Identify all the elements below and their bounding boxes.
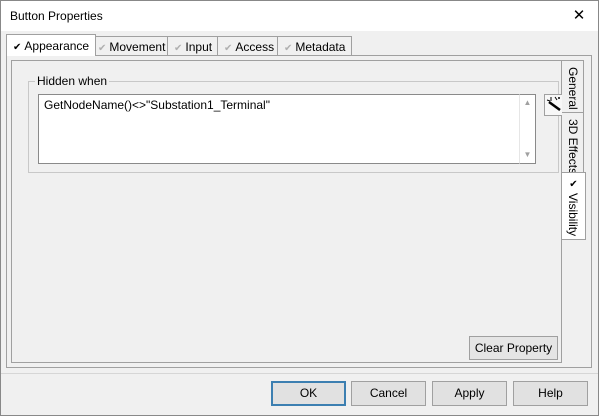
help-button[interactable]: Help [513,381,588,406]
side-tab-visibility[interactable]: ✔ Visibility [562,172,586,240]
hidden-when-label: Hidden when [35,74,110,88]
expression-scrollbar[interactable]: ▲ ▼ [519,94,536,164]
tab-access[interactable]: ✔ Access [217,36,282,55]
clear-property-button[interactable]: Clear Property [469,336,558,360]
tab-panel: Hidden when GetNodeName()<>"Substation1_… [6,55,592,368]
check-icon: ✔ [568,179,579,190]
check-icon: ✔ [174,43,183,54]
visibility-page: Hidden when GetNodeName()<>"Substation1_… [11,60,566,363]
button-properties-dialog: Button Properties ✕ ✔ Appearance ✔ Movemen… [0,0,599,416]
side-tab-general[interactable]: General [562,60,584,113]
tab-label: Input [185,40,213,54]
tab-label: Movement [109,40,166,54]
tab-metadata[interactable]: ✔ Metadata [277,36,353,55]
cancel-button[interactable]: Cancel [351,381,426,406]
tab-label: Access [235,40,275,54]
scroll-down-icon[interactable]: ▼ [520,147,535,163]
side-tab-3d-effects[interactable]: 3D Effects [562,112,584,175]
check-icon: ✔ [13,42,22,53]
side-tab-label: General [566,67,580,110]
side-tab-label: 3D Effects [566,119,580,175]
apply-button[interactable]: Apply [432,381,507,406]
ok-button[interactable]: OK [271,381,346,406]
close-button[interactable]: ✕ [568,6,590,26]
scroll-up-icon[interactable]: ▲ [520,95,535,111]
tab-input[interactable]: ✔ Input [167,36,220,55]
window-title: Button Properties [10,9,103,23]
tab-appearance[interactable]: ✔ Appearance [6,34,97,56]
title-bar: Button Properties ✕ [1,1,598,31]
tab-label: Metadata [295,40,346,54]
close-icon: ✕ [572,7,586,24]
side-tab-label: Visibility [566,193,580,237]
check-icon: ✔ [98,43,107,54]
footer-separator [1,373,598,374]
tab-movement[interactable]: ✔ Movement [91,36,173,55]
hidden-when-group: Hidden when GetNodeName()<>"Substation1_… [28,74,566,173]
check-icon: ✔ [284,43,293,54]
check-icon: ✔ [224,43,233,54]
hidden-when-expression-input[interactable]: GetNodeName()<>"Substation1_Terminal" [38,94,520,164]
tab-label: Appearance [24,39,90,53]
